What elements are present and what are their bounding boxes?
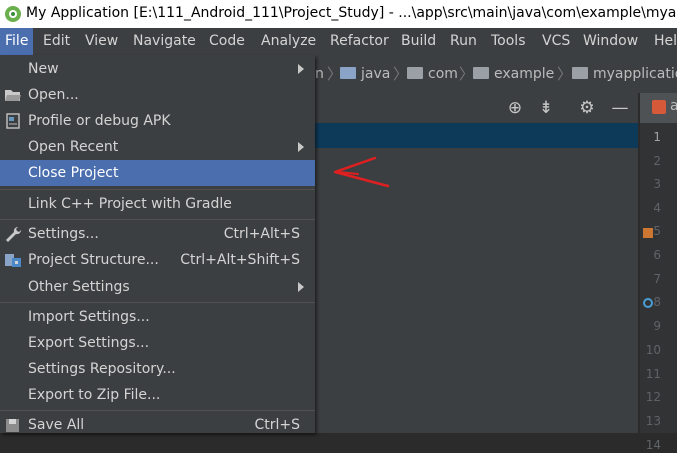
menu-help[interactable]: Hel — [649, 28, 677, 55]
menu-item-import-settings[interactable]: Import Settings... — [0, 304, 315, 330]
menu-separator — [0, 410, 315, 411]
selected-tree-row[interactable] — [315, 123, 638, 148]
line-number: 12 — [645, 390, 661, 404]
override-marker-icon — [643, 298, 653, 308]
minimize-icon[interactable]: — — [609, 97, 631, 119]
menu-item-save-all[interactable]: Save All Ctrl+S — [0, 412, 315, 438]
project-toolbar: ⊕ ⇟ ⚙ — — [315, 93, 638, 123]
main-menubar: File Edit View Navigate Code Analyze Ref… — [0, 28, 677, 55]
menu-item-settings-repository[interactable]: Settings Repository... — [0, 356, 315, 382]
save-all-icon — [6, 419, 19, 432]
menu-item-settings[interactable]: Settings... Ctrl+Alt+S — [0, 221, 315, 247]
submenu-arrow-icon — [298, 282, 304, 292]
menu-item-close-project[interactable]: Close Project — [0, 160, 315, 186]
window-titlebar: My Application [E:\111_Android_111\Proje… — [0, 0, 677, 28]
breadcrumb-item-myapplication[interactable]: myapplicatio — [572, 55, 677, 93]
menu-item-profile-apk[interactable]: Profile or debug APK — [0, 108, 315, 134]
menu-edit[interactable]: Edit — [38, 28, 75, 55]
menu-analyze[interactable]: Analyze — [256, 28, 321, 55]
gear-icon[interactable]: ⚙ — [576, 97, 598, 119]
line-number: 2 — [653, 154, 661, 168]
line-number: 11 — [645, 367, 661, 381]
project-structure-icon — [5, 254, 21, 267]
editor-gutter: 1 2 3 4 5 6 7 8 9 10 11 12 13 14 — [640, 123, 677, 452]
menu-view[interactable]: View — [80, 28, 123, 55]
chevron-right-icon: 〉 — [393, 65, 409, 83]
menu-build[interactable]: Build — [396, 28, 441, 55]
line-number: 1 — [653, 130, 661, 144]
package-icon — [407, 67, 423, 79]
submenu-arrow-icon — [298, 64, 304, 74]
breadcrumb-item-example[interactable]: example — [473, 55, 554, 93]
editor-tab[interactable]: a — [640, 93, 677, 123]
submenu-arrow-icon — [298, 142, 304, 152]
editor-tab-label: a — [670, 98, 677, 114]
menu-vcs[interactable]: VCS — [537, 28, 575, 55]
annotation-arrow-icon — [333, 156, 390, 188]
menu-item-open-recent[interactable]: Open Recent — [0, 134, 315, 160]
menu-separator — [0, 302, 315, 303]
line-number: 13 — [645, 414, 661, 428]
menu-navigate[interactable]: Navigate — [128, 28, 201, 55]
line-number: 7 — [653, 272, 661, 286]
menu-file[interactable]: File — [0, 28, 34, 55]
line-number: 4 — [653, 201, 661, 215]
menu-window[interactable]: Window — [578, 28, 643, 55]
menu-code[interactable]: Code — [204, 28, 250, 55]
breadcrumb: n 〉 java 〉 com 〉 example 〉 myapplicatio — [315, 55, 677, 94]
class-marker-icon — [643, 228, 653, 238]
breadcrumb-item-com[interactable]: com — [407, 55, 458, 93]
menu-item-export-zip[interactable]: Export to Zip File... — [0, 382, 315, 408]
menu-refactor[interactable]: Refactor — [325, 28, 394, 55]
locate-target-icon[interactable]: ⊕ — [504, 97, 526, 119]
line-number: 14 — [645, 438, 661, 452]
window-title: My Application [E:\111_Android_111\Proje… — [26, 5, 677, 21]
menu-separator — [0, 189, 315, 190]
menu-item-new[interactable]: New — [0, 56, 315, 82]
menu-item-link-cpp[interactable]: Link C++ Project with Gradle — [0, 191, 315, 217]
package-icon — [572, 67, 588, 79]
folder-open-icon — [5, 90, 21, 101]
menu-item-project-structure[interactable]: Project Structure... Ctrl+Alt+Shift+S — [0, 247, 315, 273]
menu-separator — [0, 219, 315, 220]
file-menu-dropdown: New Open... Profile or debug APK Open Re… — [0, 55, 315, 433]
wrench-icon — [6, 226, 22, 242]
line-number: 10 — [645, 343, 661, 357]
chevron-right-icon: 〉 — [557, 65, 573, 83]
xml-file-icon — [652, 100, 666, 114]
menu-tools[interactable]: Tools — [486, 28, 531, 55]
line-number: 9 — [653, 319, 661, 333]
menu-item-other-settings[interactable]: Other Settings — [0, 274, 315, 300]
breadcrumb-item-java[interactable]: java — [340, 55, 390, 93]
source-folder-icon — [340, 67, 356, 79]
line-number: 3 — [653, 177, 661, 191]
package-icon — [473, 67, 489, 79]
android-studio-logo-icon — [5, 6, 21, 22]
menu-run[interactable]: Run — [445, 28, 482, 55]
breadcrumb-item[interactable]: n — [315, 55, 324, 93]
menu-item-export-settings[interactable]: Export Settings... — [0, 330, 315, 356]
line-number: 6 — [653, 248, 661, 262]
chevron-right-icon: 〉 — [459, 65, 475, 83]
menu-item-open[interactable]: Open... — [0, 82, 315, 108]
collapse-all-icon[interactable]: ⇟ — [535, 97, 557, 119]
profile-apk-icon — [6, 113, 20, 129]
